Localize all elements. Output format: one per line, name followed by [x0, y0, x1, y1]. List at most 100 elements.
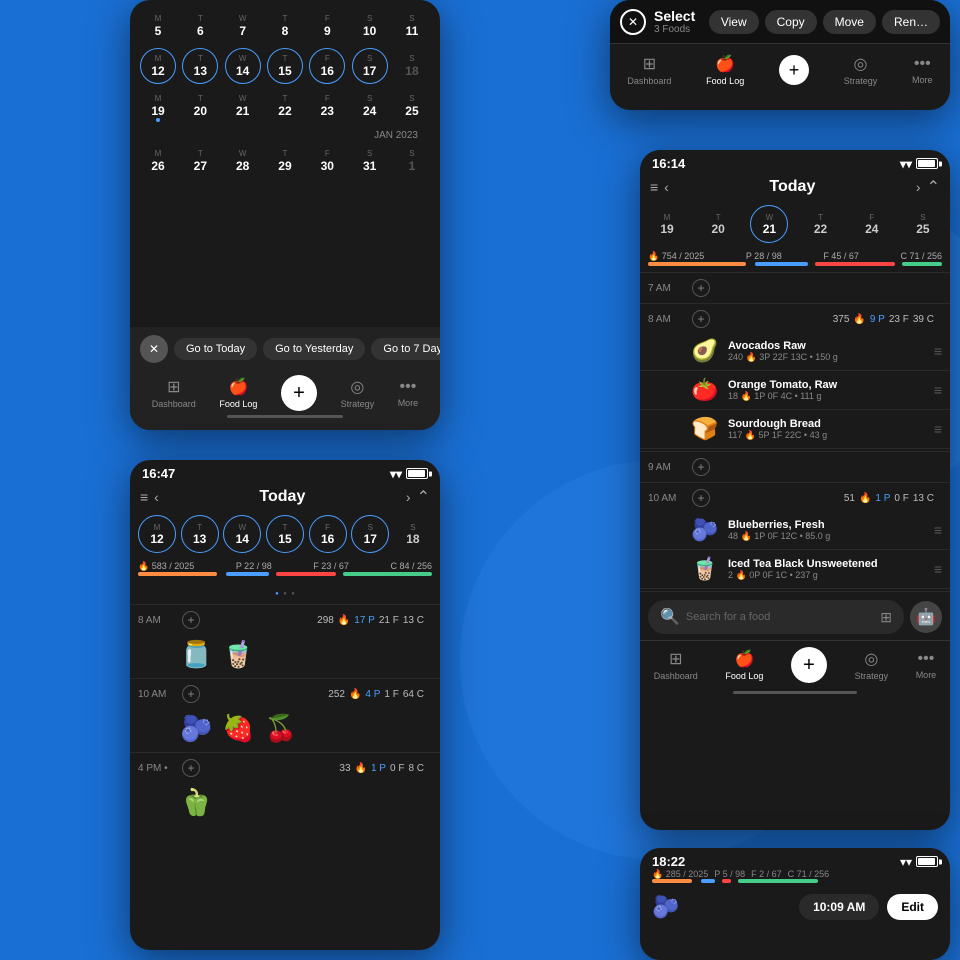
mini-day-t20[interactable]: T20: [699, 205, 737, 243]
cal-day-w28[interactable]: W28: [225, 143, 261, 179]
avocado-macros: 240 🔥 3P 22F 13C • 150 g: [728, 352, 926, 363]
s4-menu-icon[interactable]: ≡: [140, 489, 148, 505]
bread-details[interactable]: Sourdough Bread 117 🔥 5P 1F 22C • 43 g: [728, 418, 926, 441]
close-button[interactable]: ✕: [140, 335, 168, 363]
add-7am-button[interactable]: +: [692, 279, 710, 297]
goto-yesterday-button[interactable]: Go to Yesterday: [263, 338, 365, 360]
s2-add-button[interactable]: +: [779, 55, 809, 85]
nav-foodlog[interactable]: 🍎 Food Log: [219, 377, 257, 409]
cal-day-s31[interactable]: S31: [352, 143, 388, 179]
s4-mini-day-m12[interactable]: M12: [138, 515, 176, 553]
s4-mini-day-f16[interactable]: F16: [309, 515, 347, 553]
s2-nav-strategy[interactable]: ◎ Strategy: [844, 54, 878, 86]
prev-arrow[interactable]: ‹: [664, 179, 669, 195]
s4-prev-arrow[interactable]: ‹: [154, 489, 159, 505]
10am-p: 1 P: [875, 493, 890, 504]
cal-week-2: M12 T13 W14 T15 F16 S17 S18: [140, 48, 430, 84]
tea-details[interactable]: Iced Tea Black Unsweetened 2 🔥 0P 0F 1C …: [728, 558, 926, 581]
avocado-details[interactable]: Avocados Raw 240 🔥 3P 22F 13C • 150 g: [728, 340, 926, 363]
cal-day-t22[interactable]: T22: [267, 88, 303, 124]
cal-day-m19[interactable]: M19: [140, 88, 176, 124]
time-slot-10am: 10 AM + 51 🔥 1 P 0 F 13 C: [640, 485, 950, 511]
cal-day-f9[interactable]: F9: [309, 8, 345, 44]
s5-edit-button[interactable]: Edit: [887, 894, 938, 920]
s4-expand-icon[interactable]: ⌃: [417, 487, 430, 507]
expand-icon[interactable]: ⌃: [927, 177, 940, 197]
s3-nav-foodlog[interactable]: 🍎 Food Log: [725, 649, 763, 681]
cal-day-t20[interactable]: T20: [182, 88, 218, 124]
goto-today-button[interactable]: Go to Today: [174, 338, 257, 360]
cal-day-m26[interactable]: M26: [140, 143, 176, 179]
nav-strategy[interactable]: ◎ Strategy: [341, 377, 375, 409]
s3-nav-dashboard[interactable]: ⊞ Dashboard: [654, 649, 698, 681]
add-10am-button[interactable]: +: [692, 489, 710, 507]
cal-day-t27[interactable]: T27: [182, 143, 218, 179]
cal-day-s25[interactable]: S25: [394, 88, 430, 124]
avocado-edit-button[interactable]: ≡: [934, 343, 942, 359]
mini-day-s25[interactable]: S25: [904, 205, 942, 243]
mini-day-w21[interactable]: W21: [750, 205, 788, 243]
copy-button[interactable]: Copy: [765, 10, 817, 34]
cal-day-w14[interactable]: W14: [225, 48, 261, 84]
s3-add-button[interactable]: +: [791, 647, 827, 683]
cal-day-s18[interactable]: S18: [394, 48, 430, 84]
cal-day-f16[interactable]: F16: [309, 48, 345, 84]
s4-add-10am-button[interactable]: +: [182, 685, 200, 703]
nav-dashboard[interactable]: ⊞ Dashboard: [152, 377, 196, 409]
cal-day-s11[interactable]: S11: [394, 8, 430, 44]
bread-edit-button[interactable]: ≡: [934, 421, 942, 437]
barcode-scan-icon[interactable]: ⊞: [880, 609, 892, 626]
add-8am-button[interactable]: +: [692, 310, 710, 328]
next-arrow[interactable]: ›: [916, 179, 921, 195]
cal-day-s17[interactable]: S17: [352, 48, 388, 84]
cal-day-s10[interactable]: S10: [352, 8, 388, 44]
s4-add-8am-button[interactable]: +: [182, 611, 200, 629]
calendar-grid: M5 T6 W7 T8 F9 S10 S11 M12 T13 W14 T15 F…: [130, 0, 440, 179]
cal-day-m12[interactable]: M12: [140, 48, 176, 84]
cal-day-w21[interactable]: W21: [225, 88, 261, 124]
cal-day-t8[interactable]: T8: [267, 8, 303, 44]
s4-mini-day-w14[interactable]: W14: [223, 515, 261, 553]
s3-nav-strategy[interactable]: ◎ Strategy: [855, 649, 889, 681]
cal-day-f30[interactable]: F30: [309, 143, 345, 179]
view-button[interactable]: View: [709, 10, 759, 34]
tomato-edit-button[interactable]: ≡: [934, 382, 942, 398]
s4-mini-day-t15[interactable]: T15: [266, 515, 304, 553]
ai-button[interactable]: 🤖: [910, 601, 942, 633]
mini-day-f24[interactable]: F24: [853, 205, 891, 243]
s2-nav-dashboard[interactable]: ⊞ Dashboard: [627, 54, 671, 86]
s2-nav-more[interactable]: ••• More: [912, 55, 933, 85]
s3-nav-more[interactable]: ••• More: [916, 650, 937, 680]
cal-day-s1[interactable]: S1: [394, 143, 430, 179]
mini-day-m19[interactable]: M19: [648, 205, 686, 243]
s4-mini-day-s18[interactable]: S18: [394, 515, 432, 553]
s4-add-4pm-button[interactable]: +: [182, 759, 200, 777]
deselect-button[interactable]: ✕: [620, 9, 646, 35]
s2-nav-foodlog[interactable]: 🍎 Food Log: [706, 54, 744, 86]
rename-button[interactable]: Ren…: [882, 10, 940, 34]
food-log-screen: 16:14 ▾▾ ≡ ‹ Today › ⌃ M19 T20 W21 T22 F…: [640, 150, 950, 830]
blueberry-edit-button[interactable]: ≡: [934, 522, 942, 538]
cal-day-t6[interactable]: T6: [182, 8, 218, 44]
add-9am-button[interactable]: +: [692, 458, 710, 476]
add-food-button[interactable]: +: [281, 375, 317, 411]
cal-day-m5[interactable]: M5: [140, 8, 176, 44]
s4-next-arrow[interactable]: ›: [406, 489, 411, 505]
cal-day-t13[interactable]: T13: [182, 48, 218, 84]
menu-icon[interactable]: ≡: [650, 179, 658, 195]
cal-day-s24[interactable]: S24: [352, 88, 388, 124]
mini-day-t22[interactable]: T22: [802, 205, 840, 243]
blueberry-details[interactable]: Blueberries, Fresh 48 🔥 1P 0F 12C • 85.0…: [728, 519, 926, 542]
goto-7days-button[interactable]: Go to 7 Days: [371, 338, 440, 360]
cal-day-t15[interactable]: T15: [267, 48, 303, 84]
move-button[interactable]: Move: [823, 10, 876, 34]
cal-day-f23[interactable]: F23: [309, 88, 345, 124]
tomato-details[interactable]: Orange Tomato, Raw 18 🔥 1P 0F 4C • 111 g: [728, 379, 926, 402]
s4-mini-day-t13[interactable]: T13: [181, 515, 219, 553]
nav-more[interactable]: ••• More: [398, 378, 419, 408]
s4-mini-day-s17[interactable]: S17: [351, 515, 389, 553]
cal-day-t29[interactable]: T29: [267, 143, 303, 179]
tea-edit-button[interactable]: ≡: [934, 561, 942, 577]
search-bar[interactable]: 🔍 Search for a food ⊞: [648, 600, 904, 634]
cal-day-w7[interactable]: W7: [225, 8, 261, 44]
